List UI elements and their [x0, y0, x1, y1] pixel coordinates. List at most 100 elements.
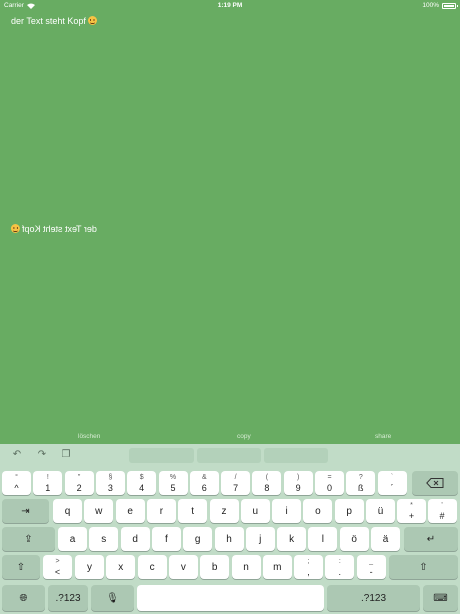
key-label: y: [87, 561, 92, 573]
key-top-label: ": [77, 474, 81, 481]
key--[interactable]: _ -: [356, 555, 386, 579]
key-1[interactable]: ! 1: [33, 471, 63, 495]
key-2[interactable]: " 2: [64, 471, 94, 495]
key-a[interactable]: a: [58, 527, 87, 551]
key-less-than[interactable]: > <: [43, 555, 72, 579]
key-l[interactable]: l: [308, 527, 338, 551]
key-ü[interactable]: ü: [366, 499, 395, 523]
key-label: c: [149, 561, 155, 573]
key-top-label: *: [410, 502, 413, 509]
key-7[interactable]: /7: [221, 471, 251, 495]
text-upright[interactable]: der Text steht Kopf: [11, 16, 97, 26]
copy-action[interactable]: copy: [237, 433, 251, 440]
key-b[interactable]: b: [200, 555, 230, 579]
key-p[interactable]: p: [334, 499, 364, 523]
delete-action[interactable]: löschen: [78, 433, 100, 440]
key-5[interactable]: % 5: [158, 471, 188, 495]
key-bottom-label: 6: [201, 483, 207, 493]
suggestion-1[interactable]: [129, 448, 194, 463]
key-4[interactable]: $4: [127, 471, 157, 495]
key-label: w: [95, 505, 103, 517]
key-t[interactable]: t: [178, 499, 208, 523]
key-bottom-label: 4: [139, 483, 145, 493]
key-o[interactable]: o: [303, 499, 333, 523]
key-d[interactable]: d: [120, 527, 150, 551]
key-label: n: [243, 561, 249, 573]
key-,[interactable]: ;,: [294, 555, 323, 579]
hide-keyboard-key[interactable]: ⌨︎: [423, 585, 458, 611]
key-k[interactable]: k: [277, 527, 307, 551]
suggestion-3[interactable]: [264, 448, 328, 463]
key-8[interactable]: (8: [252, 471, 282, 495]
key-label: d: [132, 533, 138, 545]
key-0[interactable]: = 0: [315, 471, 344, 495]
key-ä[interactable]: ä: [371, 527, 400, 551]
shift-right-key[interactable]: ⇧: [389, 555, 458, 579]
key-ß[interactable]: ? ß: [346, 471, 376, 495]
key-top-label: ?: [358, 474, 363, 481]
key-s[interactable]: s: [89, 527, 119, 551]
key-q[interactable]: q: [53, 499, 82, 523]
shift-left-key[interactable]: ⇧: [2, 555, 40, 579]
key-+[interactable]: * +: [397, 499, 426, 523]
text-upright-label: der Text steht Kopf: [11, 16, 86, 26]
share-action[interactable]: share: [375, 433, 391, 440]
redo-icon[interactable]: ↷: [36, 450, 48, 460]
dictation-key[interactable]: 🎙︎: [91, 585, 134, 611]
key-top-label: =: [327, 474, 332, 481]
key-m[interactable]: m: [262, 555, 292, 579]
text-flipped-label: der Text steht Kopf: [22, 224, 97, 234]
key-i[interactable]: i: [272, 499, 302, 523]
tab-key[interactable]: ⇥: [2, 499, 49, 523]
caps-lock-key[interactable]: ⇪: [2, 527, 55, 551]
key-y[interactable]: y: [75, 555, 104, 579]
key-^[interactable]: ° ^: [2, 471, 31, 495]
key-h[interactable]: h: [214, 527, 244, 551]
key-6[interactable]: & 6: [189, 471, 219, 495]
suggestion-2[interactable]: [197, 448, 261, 463]
numbers-left-key[interactable]: .?123: [48, 585, 88, 611]
key-n[interactable]: n: [231, 555, 261, 579]
key-label: i: [285, 505, 288, 517]
globe-key[interactable]: 🌐︎: [2, 585, 45, 611]
space-bar[interactable]: [137, 585, 324, 611]
text-flipped: der Text steht Kopf: [11, 224, 97, 234]
backspace-key[interactable]: [412, 471, 458, 495]
key-g[interactable]: g: [183, 527, 213, 551]
undo-icon[interactable]: ↶: [11, 450, 23, 460]
shift-right-icon: ⇧: [419, 561, 428, 573]
key-e[interactable]: e: [115, 499, 145, 523]
key-top-label: !: [46, 474, 49, 481]
key-label: m: [273, 561, 282, 573]
key-ö[interactable]: ö: [339, 527, 369, 551]
caps-lock-icon: ⇪: [24, 533, 33, 545]
key-bottom-label: ´: [390, 483, 394, 493]
key-label: f: [165, 533, 168, 545]
key-´[interactable]: ` ´: [377, 471, 407, 495]
key-c[interactable]: c: [137, 555, 167, 579]
key-w[interactable]: w: [84, 499, 114, 523]
key-bottom-label: ,: [307, 567, 310, 577]
backspace-icon: [426, 478, 444, 488]
key-3[interactable]: § 3: [95, 471, 125, 495]
key-bottom-label: ß: [358, 483, 364, 493]
numbers-right-key[interactable]: .?123: [327, 585, 420, 611]
key-j[interactable]: j: [245, 527, 275, 551]
key-z[interactable]: z: [209, 499, 239, 523]
status-time: 1:19 PM: [217, 2, 243, 9]
key-label: q: [64, 505, 71, 517]
key-9[interactable]: ) 9: [283, 471, 313, 495]
key-bottom-label: 1: [45, 483, 51, 493]
key-#[interactable]: ' #: [427, 499, 457, 523]
paste-icon[interactable]: ❐: [60, 450, 72, 460]
globe-icon: 🌐︎: [19, 592, 28, 604]
key-r[interactable]: r: [146, 499, 176, 523]
key-.[interactable]: :.: [325, 555, 355, 579]
key-u[interactable]: u: [240, 499, 270, 523]
key-f[interactable]: f: [151, 527, 181, 551]
key-v[interactable]: v: [168, 555, 198, 579]
return-key[interactable]: ↵: [404, 527, 458, 551]
key-label: u: [252, 505, 259, 517]
key-x[interactable]: x: [106, 555, 136, 579]
key-top-label: :: [338, 558, 341, 565]
